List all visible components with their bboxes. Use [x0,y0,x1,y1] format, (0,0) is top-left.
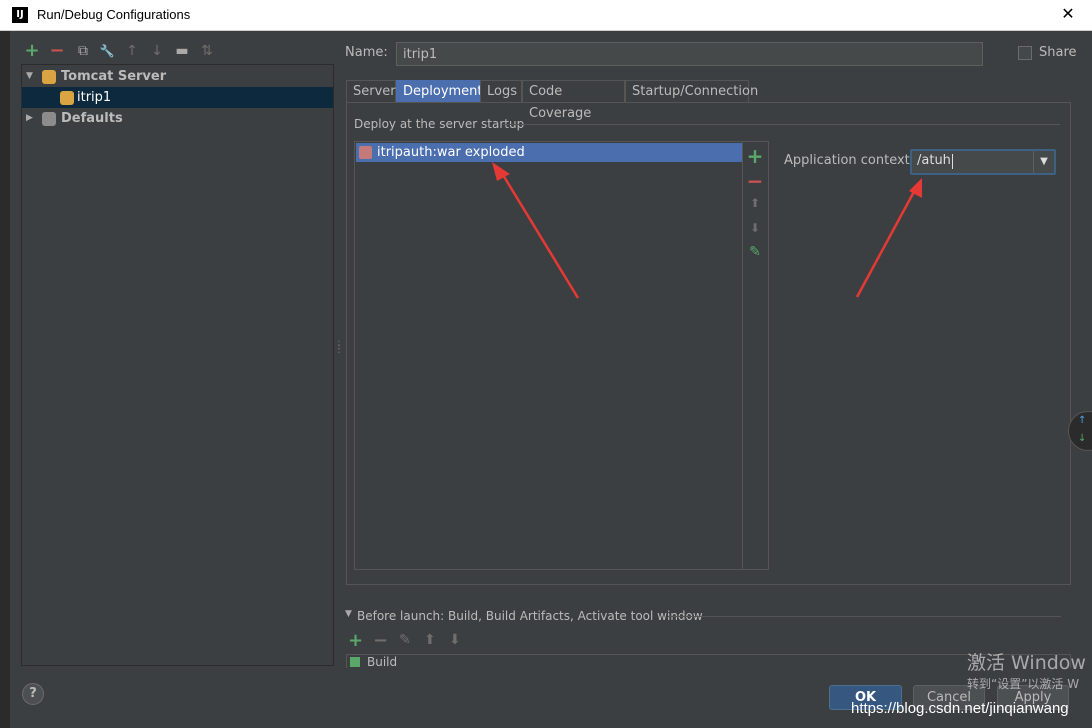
remove-icon[interactable]: − [373,630,388,651]
move-up-icon[interactable]: ⬆ [424,632,436,648]
before-launch-separator [668,616,1061,617]
help-button[interactable]: ? [22,683,44,705]
edit-pencil-icon[interactable]: ✎ [399,632,411,648]
windows-activation-subtitle: 转到“设置”以激活 W [967,677,1080,691]
annotation-arrow-to-context [855,178,922,298]
csdn-watermark: https://blog.csdn.net/jinqianwang [851,700,1069,717]
annotation-arrow-to-artifact [492,162,580,299]
expanded-triangle-icon[interactable]: ▼ [345,609,352,619]
before-launch-list: Build [346,654,1071,668]
build-icon [350,657,360,667]
arrow-up-icon[interactable]: ↑ [1078,415,1086,426]
list-item[interactable]: Build [367,655,397,668]
move-down-icon[interactable]: ⬇ [449,632,461,648]
add-icon[interactable]: + [348,630,363,651]
windows-activation-title: 激活 Window [967,652,1086,674]
before-launch-label[interactable]: Before launch: Build, Build Artifacts, A… [357,609,703,623]
arrow-down-icon[interactable]: ↓ [1078,433,1086,444]
